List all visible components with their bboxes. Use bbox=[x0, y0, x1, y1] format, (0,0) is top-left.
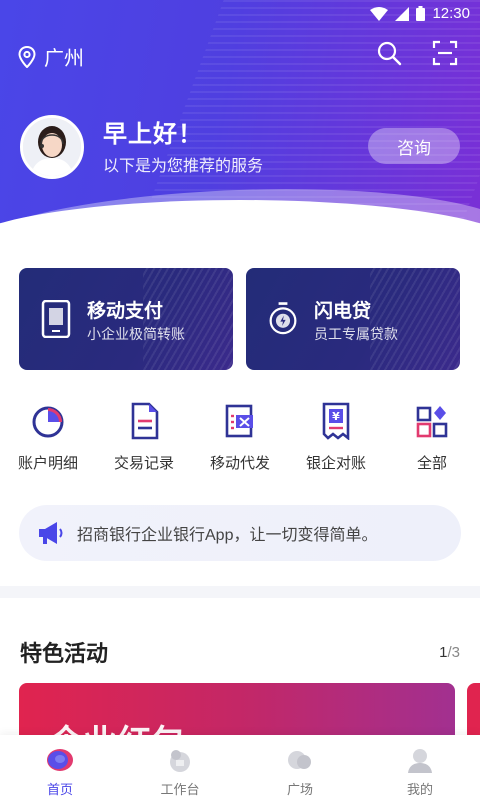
yuan-receipt-icon: ¥ bbox=[322, 402, 350, 440]
nav-label: 我的 bbox=[406, 782, 433, 797]
excel-sheet-icon bbox=[225, 404, 253, 438]
quick-action-all[interactable]: 全部 bbox=[384, 402, 480, 473]
lightning-loan-card[interactable]: 闪电贷 员工专属贷款 bbox=[246, 268, 460, 370]
carousel-pager: 1/3 bbox=[439, 644, 460, 661]
quick-action-label: 银企对账 bbox=[305, 455, 366, 472]
pager-total: /3 bbox=[447, 644, 460, 661]
announcement-bar[interactable]: 招商银行企业银行App，让一切变得简单。 bbox=[19, 505, 461, 561]
location-pin-icon bbox=[18, 45, 36, 68]
phone-pay-icon bbox=[41, 300, 71, 338]
battery-icon bbox=[416, 6, 426, 21]
nav-label: 工作台 bbox=[160, 782, 200, 797]
svg-text:¥: ¥ bbox=[332, 410, 340, 423]
section-divider bbox=[0, 586, 480, 598]
nav-tab-square[interactable]: 广场 bbox=[240, 735, 360, 800]
square-icon bbox=[288, 751, 311, 769]
search-icon[interactable] bbox=[376, 40, 402, 66]
bottom-navigation: 首页 工作台 广场 我的 bbox=[0, 735, 480, 800]
greeting-subtitle: 以下是为您推荐的服务 bbox=[103, 158, 264, 175]
card-title: 闪电贷 bbox=[314, 301, 372, 322]
megaphone-icon bbox=[39, 522, 63, 544]
grid-icon bbox=[416, 406, 448, 438]
quick-action-label: 移动代发 bbox=[209, 455, 270, 472]
status-time: 12:30 bbox=[432, 5, 470, 22]
workbench-icon bbox=[170, 750, 190, 772]
mobile-pay-card[interactable]: 移动支付 小企业极简转账 bbox=[19, 268, 233, 370]
hero-header bbox=[0, 0, 480, 240]
service-agent-avatar[interactable] bbox=[20, 115, 84, 179]
signal-icon bbox=[395, 6, 410, 21]
wifi-icon bbox=[370, 6, 389, 21]
status-bar: 12:30 bbox=[0, 0, 480, 28]
city-label: 广州 bbox=[44, 48, 84, 70]
quick-action-mobile-payroll[interactable]: 移动代发 bbox=[192, 402, 288, 473]
card-subtitle: 员工专属贷款 bbox=[314, 326, 398, 342]
nav-label: 广场 bbox=[286, 782, 313, 797]
location-selector[interactable]: 广州 bbox=[18, 42, 84, 71]
consult-button[interactable]: 咨询 bbox=[368, 128, 460, 164]
quick-action-label: 交易记录 bbox=[113, 455, 174, 472]
nav-label: 首页 bbox=[46, 782, 73, 797]
card-subtitle: 小企业极简转账 bbox=[87, 326, 185, 342]
nav-tab-home[interactable]: 首页 bbox=[0, 735, 120, 800]
lightning-loan-icon bbox=[269, 302, 297, 335]
quick-action-transactions[interactable]: 交易记录 bbox=[96, 402, 192, 473]
quick-action-bank-reconcile[interactable]: ¥ 银企对账 bbox=[288, 402, 384, 473]
section-title: 特色活动 bbox=[20, 641, 109, 666]
home-logo-icon bbox=[47, 749, 73, 771]
scan-icon[interactable] bbox=[432, 40, 458, 66]
document-icon bbox=[131, 402, 159, 440]
nav-tab-workbench[interactable]: 工作台 bbox=[120, 735, 240, 800]
greeting-title: 早上好！ bbox=[103, 121, 203, 148]
user-profile-icon bbox=[408, 749, 432, 773]
quick-action-account-detail[interactable]: 账户明细 bbox=[0, 402, 96, 473]
quick-action-label: 账户明细 bbox=[17, 455, 78, 472]
announcement-text: 招商银行企业银行App，让一切变得简单。 bbox=[77, 527, 378, 544]
card-title: 移动支付 bbox=[87, 301, 164, 322]
quick-action-label: 全部 bbox=[416, 455, 447, 472]
pie-chart-icon bbox=[32, 406, 64, 438]
nav-tab-me[interactable]: 我的 bbox=[360, 735, 480, 800]
